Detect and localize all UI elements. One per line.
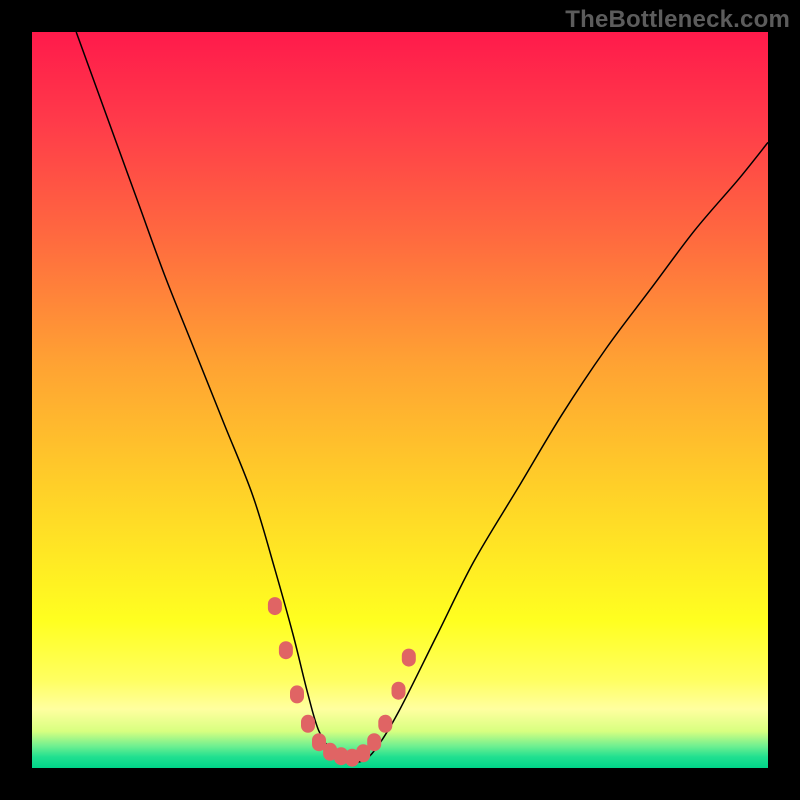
- trough-marker: [268, 597, 282, 615]
- trough-marker: [279, 641, 293, 659]
- trough-marker: [402, 649, 416, 667]
- trough-marker: [290, 685, 304, 703]
- bottleneck-curve: [76, 32, 768, 762]
- trough-marker: [392, 682, 406, 700]
- watermark-text: TheBottleneck.com: [565, 6, 790, 34]
- trough-marker: [378, 715, 392, 733]
- trough-marker: [301, 715, 315, 733]
- bottleneck-curve-svg: [32, 32, 768, 768]
- chart-plot-area: [32, 32, 768, 768]
- trough-marker: [367, 733, 381, 751]
